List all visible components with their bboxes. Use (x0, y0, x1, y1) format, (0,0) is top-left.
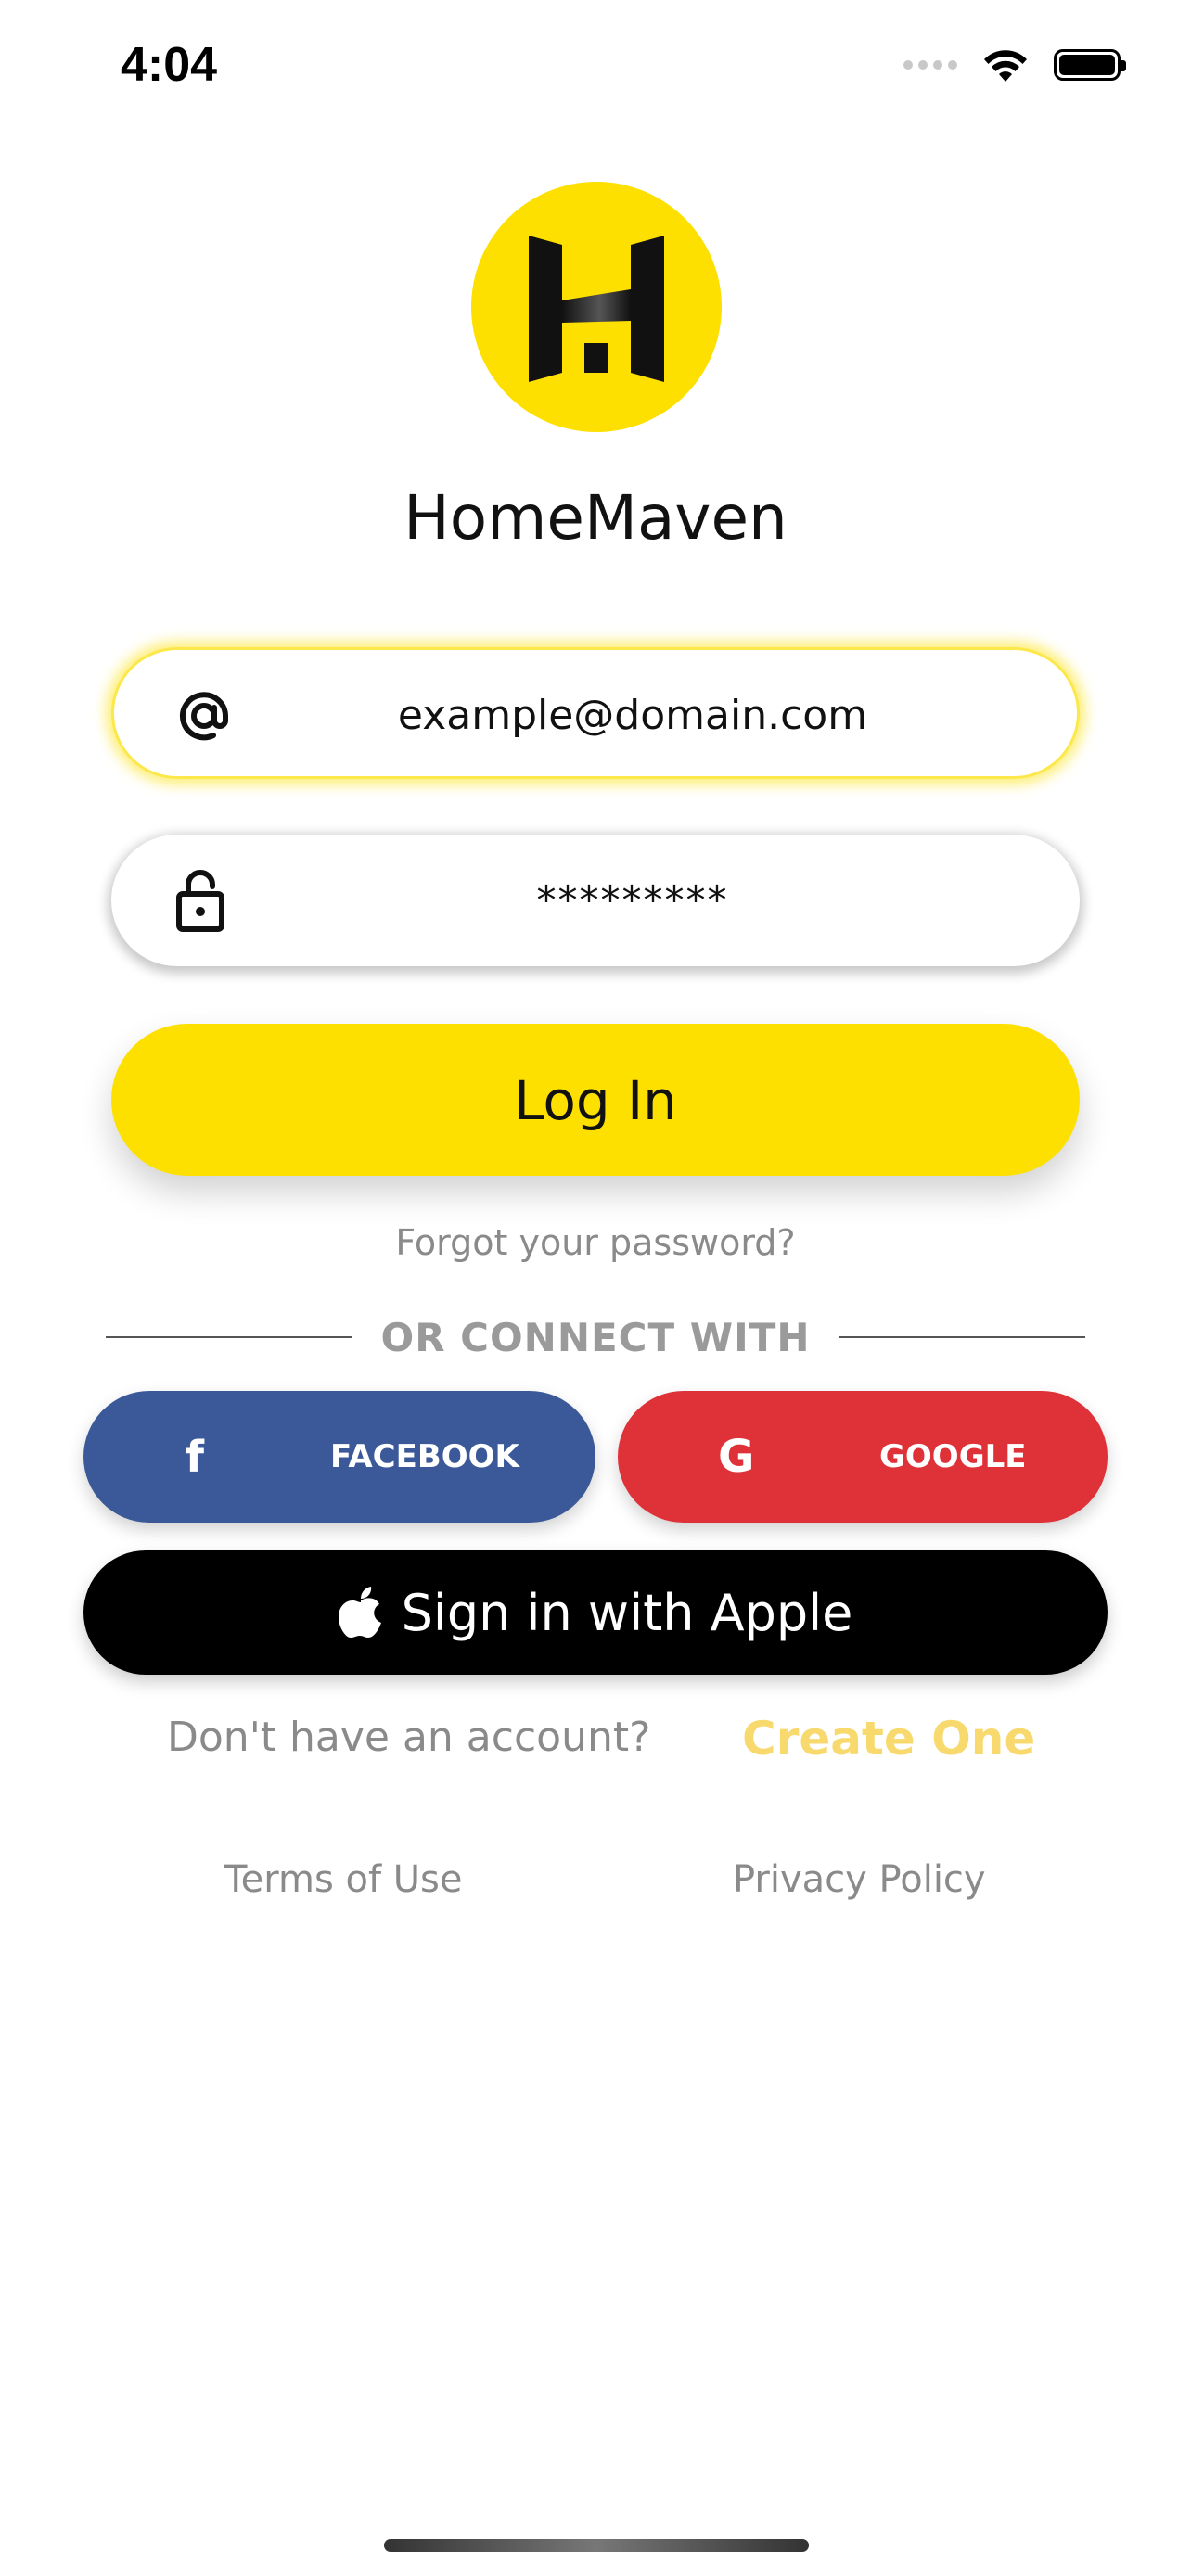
wifi-icon (984, 50, 1027, 82)
status-icons (903, 46, 1126, 83)
password-field[interactable] (111, 835, 1080, 966)
logo-h-icon (529, 236, 664, 382)
privacy-policy-link[interactable]: Privacy Policy (733, 1858, 986, 1901)
divider-line-right (838, 1336, 1086, 1338)
status-time: 4:04 (121, 38, 218, 92)
divider-label: OR CONNECT WITH (380, 1314, 811, 1360)
facebook-button[interactable]: f FACEBOOK (83, 1391, 596, 1523)
email-field[interactable] (111, 647, 1080, 782)
google-label: GOOGLE (879, 1438, 1027, 1475)
terms-of-use-link[interactable]: Terms of Use (224, 1858, 463, 1901)
login-button[interactable]: Log In (111, 1024, 1080, 1176)
signup-prompt: Don't have an account? (167, 1714, 651, 1761)
create-account-link[interactable]: Create One (742, 1712, 1035, 1766)
cellular-signal-icon (903, 60, 957, 70)
battery-icon (1054, 49, 1126, 81)
apple-signin-button[interactable]: Sign in with Apple (83, 1550, 1108, 1675)
login-screen: 4:04 HomeMaven example@domain.com ******… (0, 0, 1191, 2576)
at-sign-icon (180, 692, 228, 741)
home-indicator[interactable] (384, 2539, 809, 2552)
google-button[interactable]: G GOOGLE (618, 1391, 1108, 1523)
apple-signin-label: Sign in with Apple (401, 1583, 853, 1642)
apple-icon (338, 1587, 381, 1638)
facebook-icon: f (186, 1432, 205, 1482)
app-logo (471, 182, 722, 432)
google-icon: G (718, 1431, 755, 1483)
app-name: HomeMaven (403, 482, 788, 554)
email-input[interactable] (244, 650, 1021, 782)
divider-line-left (106, 1336, 353, 1338)
forgot-password-link[interactable]: Forgot your password? (0, 1222, 1191, 1263)
facebook-label: FACEBOOK (330, 1438, 519, 1475)
unlock-icon (176, 870, 224, 932)
password-input[interactable] (241, 835, 1024, 966)
connect-divider: OR CONNECT WITH (106, 1309, 1086, 1365)
